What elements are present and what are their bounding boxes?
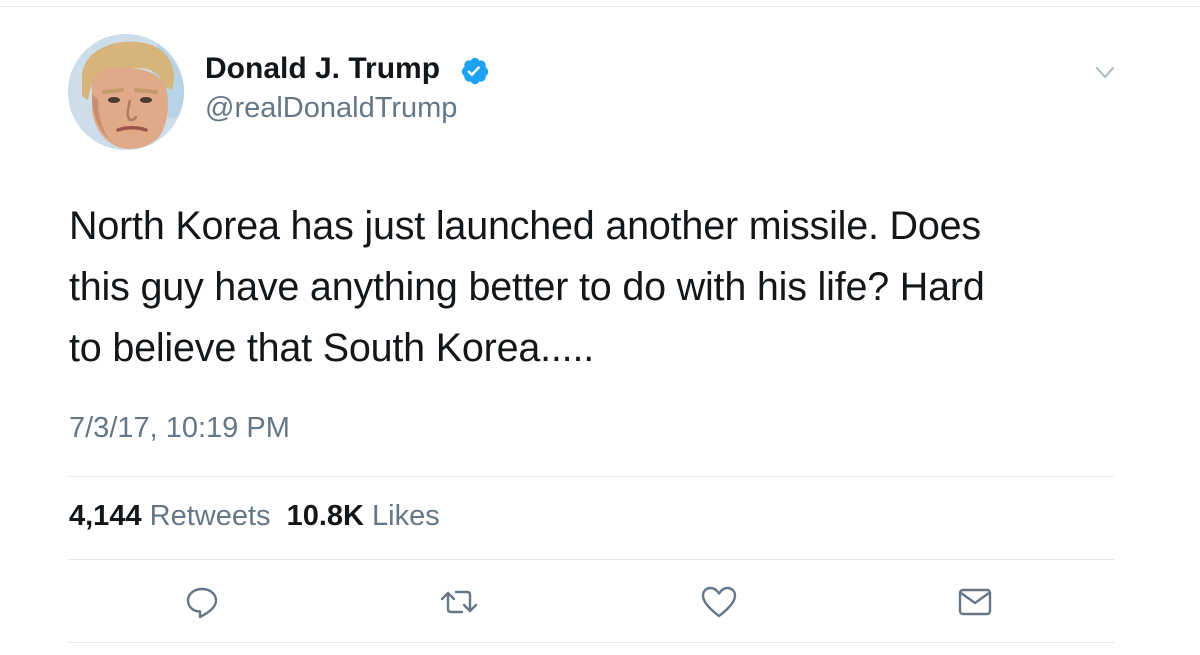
likes-count: 10.8K: [286, 500, 364, 532]
likes-label: Likes: [372, 500, 440, 532]
divider: [69, 642, 1114, 643]
like-button[interactable]: [697, 580, 741, 624]
tweet-timestamp[interactable]: 7/3/17, 10:19 PM: [69, 412, 290, 445]
retweet-icon: [440, 590, 478, 614]
heart-icon: [701, 586, 737, 618]
tweet-text-line: to believe that South Korea.....: [69, 326, 594, 370]
retweets-label: Retweets: [149, 500, 271, 532]
chevron-down-icon[interactable]: [1090, 60, 1120, 86]
tweet-detail: Donald J. Trump @realDonaldTrump North K…: [0, 0, 1200, 655]
tweet-stats: 4,144 Retweets 10.8K Likes: [69, 500, 440, 533]
retweet-button[interactable]: [437, 580, 481, 624]
verified-badge-icon: [461, 57, 489, 85]
retweets-count: 4,144: [69, 500, 142, 532]
top-divider: [0, 6, 1200, 7]
reply-icon: [186, 587, 218, 619]
tweet-text-line: North Korea has just launched another mi…: [69, 204, 981, 248]
avatar[interactable]: [68, 34, 184, 150]
avatar-image: [68, 34, 184, 150]
tweet-text-line: this guy have anything better to do with…: [69, 265, 985, 309]
reply-button[interactable]: [180, 580, 224, 624]
user-handle[interactable]: @realDonaldTrump: [205, 92, 457, 125]
envelope-icon: [958, 588, 992, 616]
retweets-stat[interactable]: 4,144 Retweets: [69, 500, 271, 532]
tweet-text: North Korea has just launched another mi…: [69, 196, 1129, 379]
divider: [69, 559, 1114, 560]
likes-stat[interactable]: 10.8K Likes: [287, 500, 440, 532]
direct-message-button[interactable]: [953, 580, 997, 624]
display-name[interactable]: Donald J. Trump: [205, 52, 440, 86]
divider: [69, 476, 1114, 477]
